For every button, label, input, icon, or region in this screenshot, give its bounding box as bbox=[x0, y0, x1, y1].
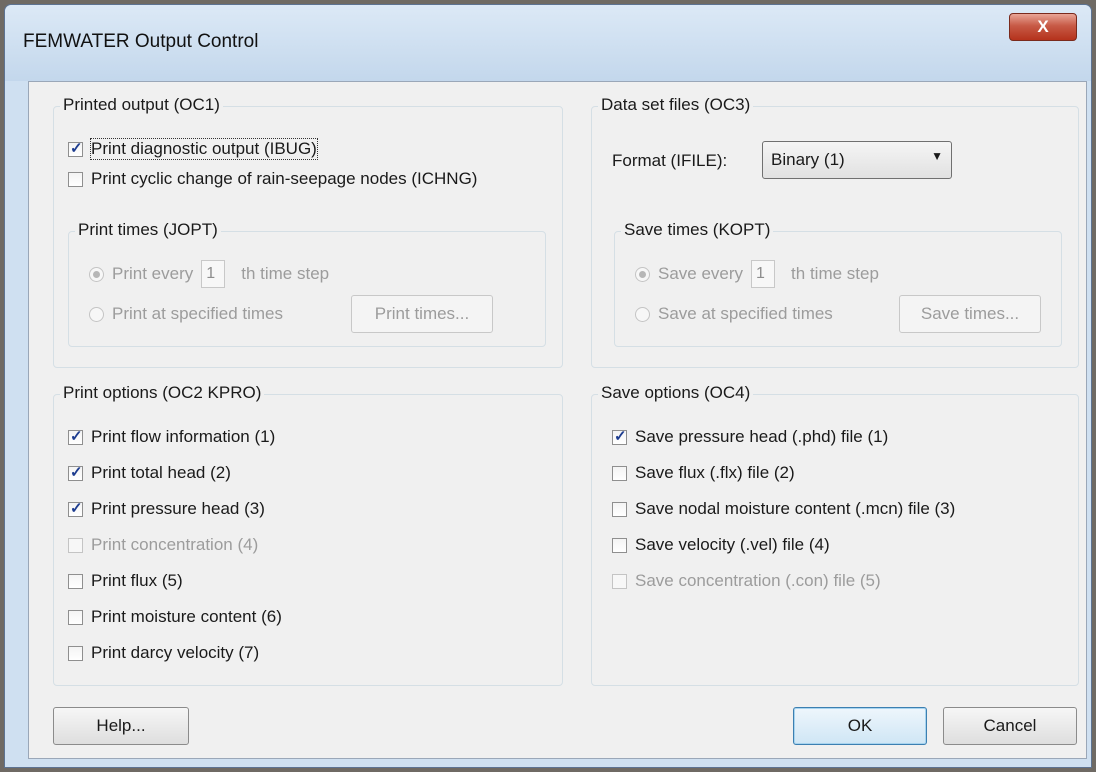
print-cyclic-change-checkbox[interactable]: Print cyclic change of rain-seepage node… bbox=[68, 169, 477, 189]
checkbox-box[interactable] bbox=[68, 463, 83, 481]
radio-button[interactable] bbox=[635, 266, 650, 282]
print-diagnostic-checkbox[interactable]: Print diagnostic output (IBUG) bbox=[68, 138, 318, 160]
checkbox-box[interactable] bbox=[612, 465, 627, 481]
save-specified-label: Save at specified times bbox=[658, 304, 833, 323]
cancel-button[interactable]: Cancel bbox=[943, 707, 1077, 745]
checkbox-box[interactable] bbox=[68, 171, 83, 187]
cancel-button-label: Cancel bbox=[983, 716, 1037, 735]
ok-button[interactable]: OK bbox=[793, 707, 927, 745]
checkbox-box[interactable] bbox=[68, 573, 83, 589]
window-title: FEMWATER Output Control bbox=[23, 31, 259, 52]
print-every-input[interactable]: 1 bbox=[201, 260, 226, 288]
save-velocity-checkbox[interactable]: Save velocity (.vel) file (4) bbox=[612, 535, 830, 555]
checkbox-label: Save velocity (.vel) file (4) bbox=[635, 535, 830, 554]
save-options-label: Save options (OC4) bbox=[598, 383, 754, 403]
print-step-suffix: th time step bbox=[241, 264, 330, 283]
close-icon: X bbox=[1037, 17, 1049, 36]
checkbox-label: Print pressure head (3) bbox=[91, 499, 265, 518]
dialog-window: FEMWATER Output Control X Printed output… bbox=[4, 4, 1092, 768]
save-flux-checkbox[interactable]: Save flux (.flx) file (2) bbox=[612, 463, 795, 483]
save-specified-radio[interactable]: Save at specified times bbox=[635, 304, 833, 324]
print-times-button[interactable]: Print times... bbox=[351, 295, 493, 333]
radio-button[interactable] bbox=[89, 306, 104, 322]
print-options-label: Print options (OC2 KPRO) bbox=[60, 383, 265, 403]
checkbox-label: Save nodal moisture content (.mcn) file … bbox=[635, 499, 956, 518]
print-moisture-content-checkbox[interactable]: Print moisture content (6) bbox=[68, 607, 282, 627]
checkbox-label: Print moisture content (6) bbox=[91, 607, 282, 626]
radio-button[interactable] bbox=[635, 306, 650, 322]
format-value: Binary (1) bbox=[771, 150, 845, 169]
checkbox-label: Print flow information (1) bbox=[91, 427, 276, 446]
save-concentration-checkbox[interactable]: Save concentration (.con) file (5) bbox=[612, 571, 881, 591]
help-button[interactable]: Help... bbox=[53, 707, 189, 745]
print-every-radio[interactable]: Print every 1 th time step bbox=[89, 260, 329, 288]
print-times-group: Print times (JOPT) Print every 1 th time… bbox=[68, 220, 546, 347]
save-times-group: Save times (KOPT) Save every 1 th time s… bbox=[614, 220, 1062, 347]
checkbox-box[interactable] bbox=[68, 499, 83, 517]
checkbox-label: Save concentration (.con) file (5) bbox=[635, 571, 881, 590]
save-every-label: Save every bbox=[658, 264, 744, 283]
save-options-group: Save options (OC4) Save pressure head (.… bbox=[591, 383, 1079, 686]
print-total-head-checkbox[interactable]: Print total head (2) bbox=[68, 463, 231, 483]
save-pressure-head-checkbox[interactable]: Save pressure head (.phd) file (1) bbox=[612, 427, 888, 447]
print-options-group: Print options (OC2 KPRO) Print flow info… bbox=[53, 383, 563, 686]
checkbox-label: Print diagnostic output (IBUG) bbox=[90, 138, 318, 160]
save-times-label: Save times (KOPT) bbox=[621, 220, 774, 240]
close-button[interactable]: X bbox=[1009, 13, 1077, 41]
checkbox-label: Print total head (2) bbox=[91, 463, 231, 482]
chevron-down-icon: ▼ bbox=[931, 149, 943, 163]
save-times-button-label: Save times... bbox=[920, 304, 1020, 323]
title-bar[interactable]: FEMWATER Output Control X bbox=[5, 5, 1091, 81]
print-darcy-velocity-checkbox[interactable]: Print darcy velocity (7) bbox=[68, 643, 259, 663]
data-set-files-label: Data set files (OC3) bbox=[598, 95, 754, 115]
print-specified-label: Print at specified times bbox=[112, 304, 284, 323]
save-every-input[interactable]: 1 bbox=[751, 260, 776, 288]
dialog-body: Printed output (OC1) Print diagnostic ou… bbox=[28, 81, 1087, 759]
save-nodal-moisture-checkbox[interactable]: Save nodal moisture content (.mcn) file … bbox=[612, 499, 955, 519]
print-times-button-label: Print times... bbox=[374, 304, 470, 323]
print-concentration-checkbox[interactable]: Print concentration (4) bbox=[68, 535, 258, 555]
save-every-radio[interactable]: Save every 1 th time step bbox=[635, 260, 879, 288]
print-flux-checkbox[interactable]: Print flux (5) bbox=[68, 571, 183, 591]
print-times-label: Print times (JOPT) bbox=[75, 220, 221, 240]
help-button-label: Help... bbox=[96, 716, 146, 735]
print-pressure-head-checkbox[interactable]: Print pressure head (3) bbox=[68, 499, 265, 519]
print-specified-radio[interactable]: Print at specified times bbox=[89, 304, 283, 324]
checkbox-label: Print cyclic change of rain-seepage node… bbox=[91, 169, 478, 188]
checkbox-label: Print concentration (4) bbox=[91, 535, 259, 554]
print-every-label: Print every bbox=[112, 264, 194, 283]
checkbox-box[interactable] bbox=[68, 609, 83, 625]
checkbox-label: Print darcy velocity (7) bbox=[91, 643, 260, 662]
checkbox-box[interactable] bbox=[612, 501, 627, 517]
checkbox-label: Print flux (5) bbox=[91, 571, 183, 590]
checkbox-box[interactable] bbox=[612, 573, 627, 589]
format-dropdown[interactable]: Binary (1) ▼ bbox=[762, 141, 952, 179]
checkbox-label: Save pressure head (.phd) file (1) bbox=[635, 427, 889, 446]
checkbox-box[interactable] bbox=[68, 537, 83, 553]
ok-button-label: OK bbox=[847, 716, 873, 735]
printed-output-group: Printed output (OC1) Print diagnostic ou… bbox=[53, 95, 563, 368]
checkbox-box[interactable] bbox=[68, 427, 83, 445]
data-set-files-group: Data set files (OC3) Format (IFILE): Bin… bbox=[591, 95, 1079, 368]
radio-button[interactable] bbox=[89, 266, 104, 282]
checkbox-box[interactable] bbox=[612, 537, 627, 553]
printed-output-label: Printed output (OC1) bbox=[60, 95, 223, 115]
save-step-suffix: th time step bbox=[791, 264, 879, 283]
checkbox-label: Save flux (.flx) file (2) bbox=[635, 463, 795, 482]
checkbox-box[interactable] bbox=[68, 645, 83, 661]
print-flow-information-checkbox[interactable]: Print flow information (1) bbox=[68, 427, 275, 447]
checkbox-box[interactable] bbox=[68, 139, 83, 157]
save-times-button[interactable]: Save times... bbox=[899, 295, 1041, 333]
checkbox-box[interactable] bbox=[612, 427, 627, 445]
format-label: Format (IFILE): bbox=[612, 151, 728, 170]
